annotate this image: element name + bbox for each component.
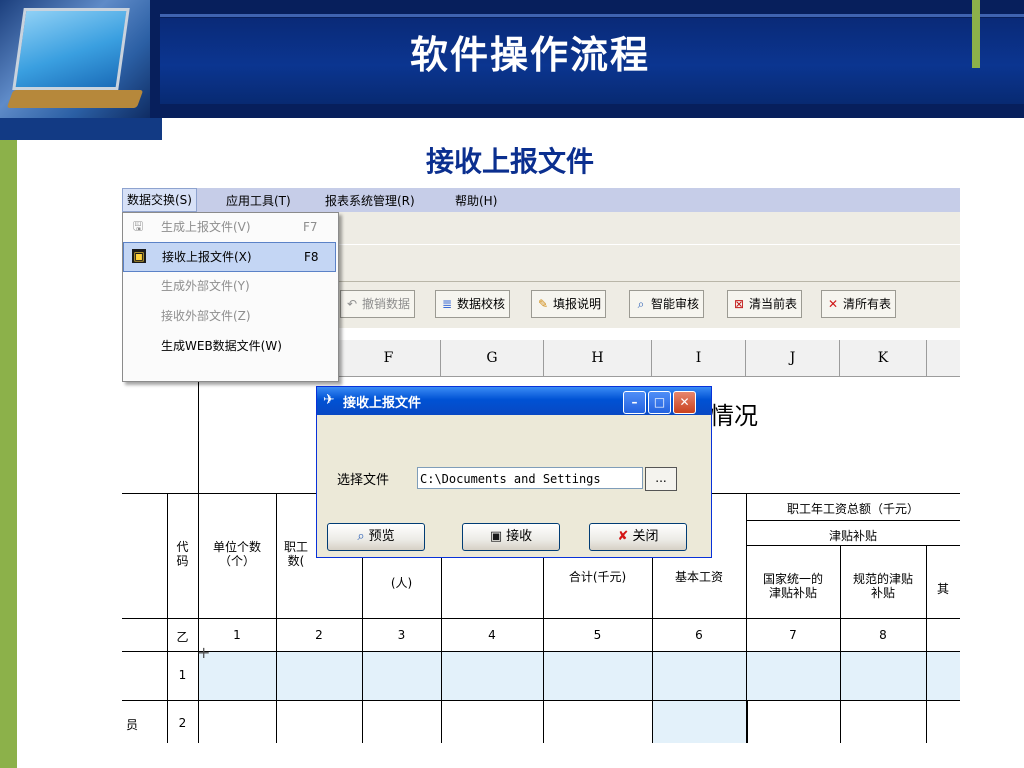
header-standard-allowance: 规范的津贴 补贴	[852, 572, 913, 600]
maximize-button[interactable]: □	[648, 391, 671, 414]
row-label: 员	[125, 718, 138, 732]
undo-icon: ↶	[346, 297, 358, 311]
left-accent-bar	[0, 140, 17, 768]
column-header-g[interactable]: G	[441, 340, 544, 377]
grid-line	[122, 618, 960, 619]
index-cell: 3	[397, 628, 406, 642]
index-cell: 7	[789, 628, 797, 642]
clear-current-table-button[interactable]: ⊠ 清当前表	[727, 290, 803, 318]
slide-title: 软件操作流程	[409, 32, 650, 77]
menu-item-generate-external-file[interactable]: 生成外部文件(Y)	[123, 272, 336, 300]
header-notch	[0, 118, 162, 140]
preview-icon: ⌕	[357, 529, 365, 544]
floppy-disk-icon: ▣	[489, 529, 503, 544]
header-staff-partial: 职工 数(	[283, 540, 308, 568]
column-header-h[interactable]: H	[544, 340, 652, 377]
index-cell: 1	[233, 628, 241, 642]
column-header-j[interactable]: J	[746, 340, 840, 377]
header-code: 代 码	[176, 540, 189, 568]
header-total-partial: 合计(千元)	[568, 570, 627, 584]
header-allowance: 津贴补贴	[828, 529, 877, 543]
header-national-allowance: 国家统一的 津贴补贴	[762, 572, 823, 600]
highlight-cell	[652, 700, 746, 743]
report-title-partial: 情况	[710, 402, 758, 430]
maximize-icon: □	[653, 395, 666, 409]
grid-line	[122, 700, 960, 701]
menu-help[interactable]: 帮助(H)	[455, 192, 497, 209]
menu-app-tools[interactable]: 应用工具(T)	[226, 192, 291, 209]
close-icon: ✕	[679, 395, 690, 409]
check-data-button[interactable]: ≣ 数据校核	[435, 290, 511, 318]
menu-item-generate-report-file[interactable]: 🖫 生成上报文件(V) F7	[123, 213, 336, 241]
file-label: 选择文件	[337, 473, 390, 488]
header-cut-off: 其	[936, 582, 949, 596]
grid-line	[122, 651, 960, 652]
minimize-icon: –	[631, 395, 638, 409]
row-code[interactable]: 1	[167, 668, 198, 682]
dialog-title: 接收上报文件	[343, 396, 422, 411]
header-col3-partial: (人)	[390, 576, 413, 590]
computer-illustration	[0, 0, 150, 118]
clear-table-icon: ⊠	[733, 297, 745, 311]
highlight-row	[198, 651, 960, 700]
browse-button[interactable]: ...	[645, 467, 677, 491]
grid-line	[746, 700, 748, 743]
check-data-icon: ≣	[441, 297, 453, 311]
index-cell: 5	[593, 628, 602, 642]
index-cell: 6	[695, 628, 703, 642]
fill-instructions-button[interactable]: ✎ 填报说明	[531, 290, 607, 318]
floppy-disk-icon: ▣	[132, 249, 146, 263]
index-cell: 4	[488, 628, 496, 642]
receive-report-dialog: ✈ 接收上报文件 – □ ✕ 选择文件 C:\Documents and Set…	[316, 386, 712, 558]
row-code[interactable]: 2	[167, 716, 198, 730]
close-button[interactable]: ✘ 关闭	[589, 523, 687, 551]
header-annual-wage: 职工年工资总额（千元）	[786, 502, 919, 516]
grid-line	[167, 493, 168, 743]
grid-line	[198, 376, 199, 494]
minimize-button[interactable]: –	[623, 391, 646, 414]
column-header-k[interactable]: K	[840, 340, 927, 377]
magnifier-icon: ⌕	[637, 297, 645, 311]
grid-line	[746, 520, 960, 521]
grid-line	[746, 545, 960, 546]
preview-button[interactable]: ⌕ 预览	[327, 523, 425, 551]
undo-data-button[interactable]: ↶ 撤销数据	[340, 290, 416, 318]
app-screenshot: F G H I J K 情况 职工年工资总额（千元） 津贴补贴 代 码 单位个数…	[122, 188, 960, 743]
dialog-title-bar[interactable]: ✈ 接收上报文件 – □ ✕	[317, 387, 711, 415]
clear-all-icon: ✕	[827, 297, 839, 311]
save-disk-icon: 🖫	[132, 219, 144, 233]
grid-line	[198, 493, 199, 743]
column-header-i[interactable]: I	[652, 340, 746, 377]
right-accent-bar	[972, 0, 980, 68]
index-cell: 乙	[176, 630, 189, 644]
column-header-extra	[927, 340, 960, 377]
grid-line	[276, 493, 277, 743]
smart-audit-button[interactable]: ⌕ 智能审核	[629, 290, 705, 318]
index-cell: 8	[879, 628, 887, 642]
header-rule	[160, 14, 1024, 17]
data-exchange-dropdown: 🖫 生成上报文件(V) F7 ▣ 接收上报文件(X) F8 生成外部文件(Y) …	[122, 212, 339, 382]
menu-item-generate-web-file[interactable]: 生成WEB数据文件(W)	[123, 332, 336, 360]
file-path-input[interactable]: C:\Documents and Settings	[417, 467, 643, 489]
index-cell: 2	[315, 628, 323, 642]
menu-item-receive-external-file[interactable]: 接收外部文件(Z)	[123, 302, 336, 330]
crosshair-cursor-icon: +	[197, 643, 211, 662]
receive-button[interactable]: ▣ 接收	[462, 523, 560, 551]
close-x-icon: ✘	[617, 529, 629, 544]
app-icon: ✈	[323, 392, 335, 408]
menu-bar: 数据交换(S) 应用工具(T) 报表系统管理(R) 帮助(H)	[122, 188, 960, 212]
menu-report-admin[interactable]: 报表系统管理(R)	[325, 192, 415, 209]
menu-item-receive-report-file[interactable]: ▣ 接收上报文件(X) F8	[123, 242, 336, 272]
pencil-icon: ✎	[537, 297, 549, 311]
column-header-f[interactable]: F	[337, 340, 441, 377]
header-unit-count: 单位个数 （个）	[212, 540, 261, 568]
close-window-button[interactable]: ✕	[673, 391, 696, 414]
slide-subtitle: 接收上报文件	[425, 145, 594, 178]
header-base-wage: 基本工资	[674, 570, 723, 584]
menu-data-exchange[interactable]: 数据交换(S)	[122, 188, 197, 212]
grid-line	[926, 545, 927, 743]
clear-all-tables-button[interactable]: ✕ 清所有表	[821, 290, 897, 318]
toolbar-top-strip	[337, 244, 960, 282]
